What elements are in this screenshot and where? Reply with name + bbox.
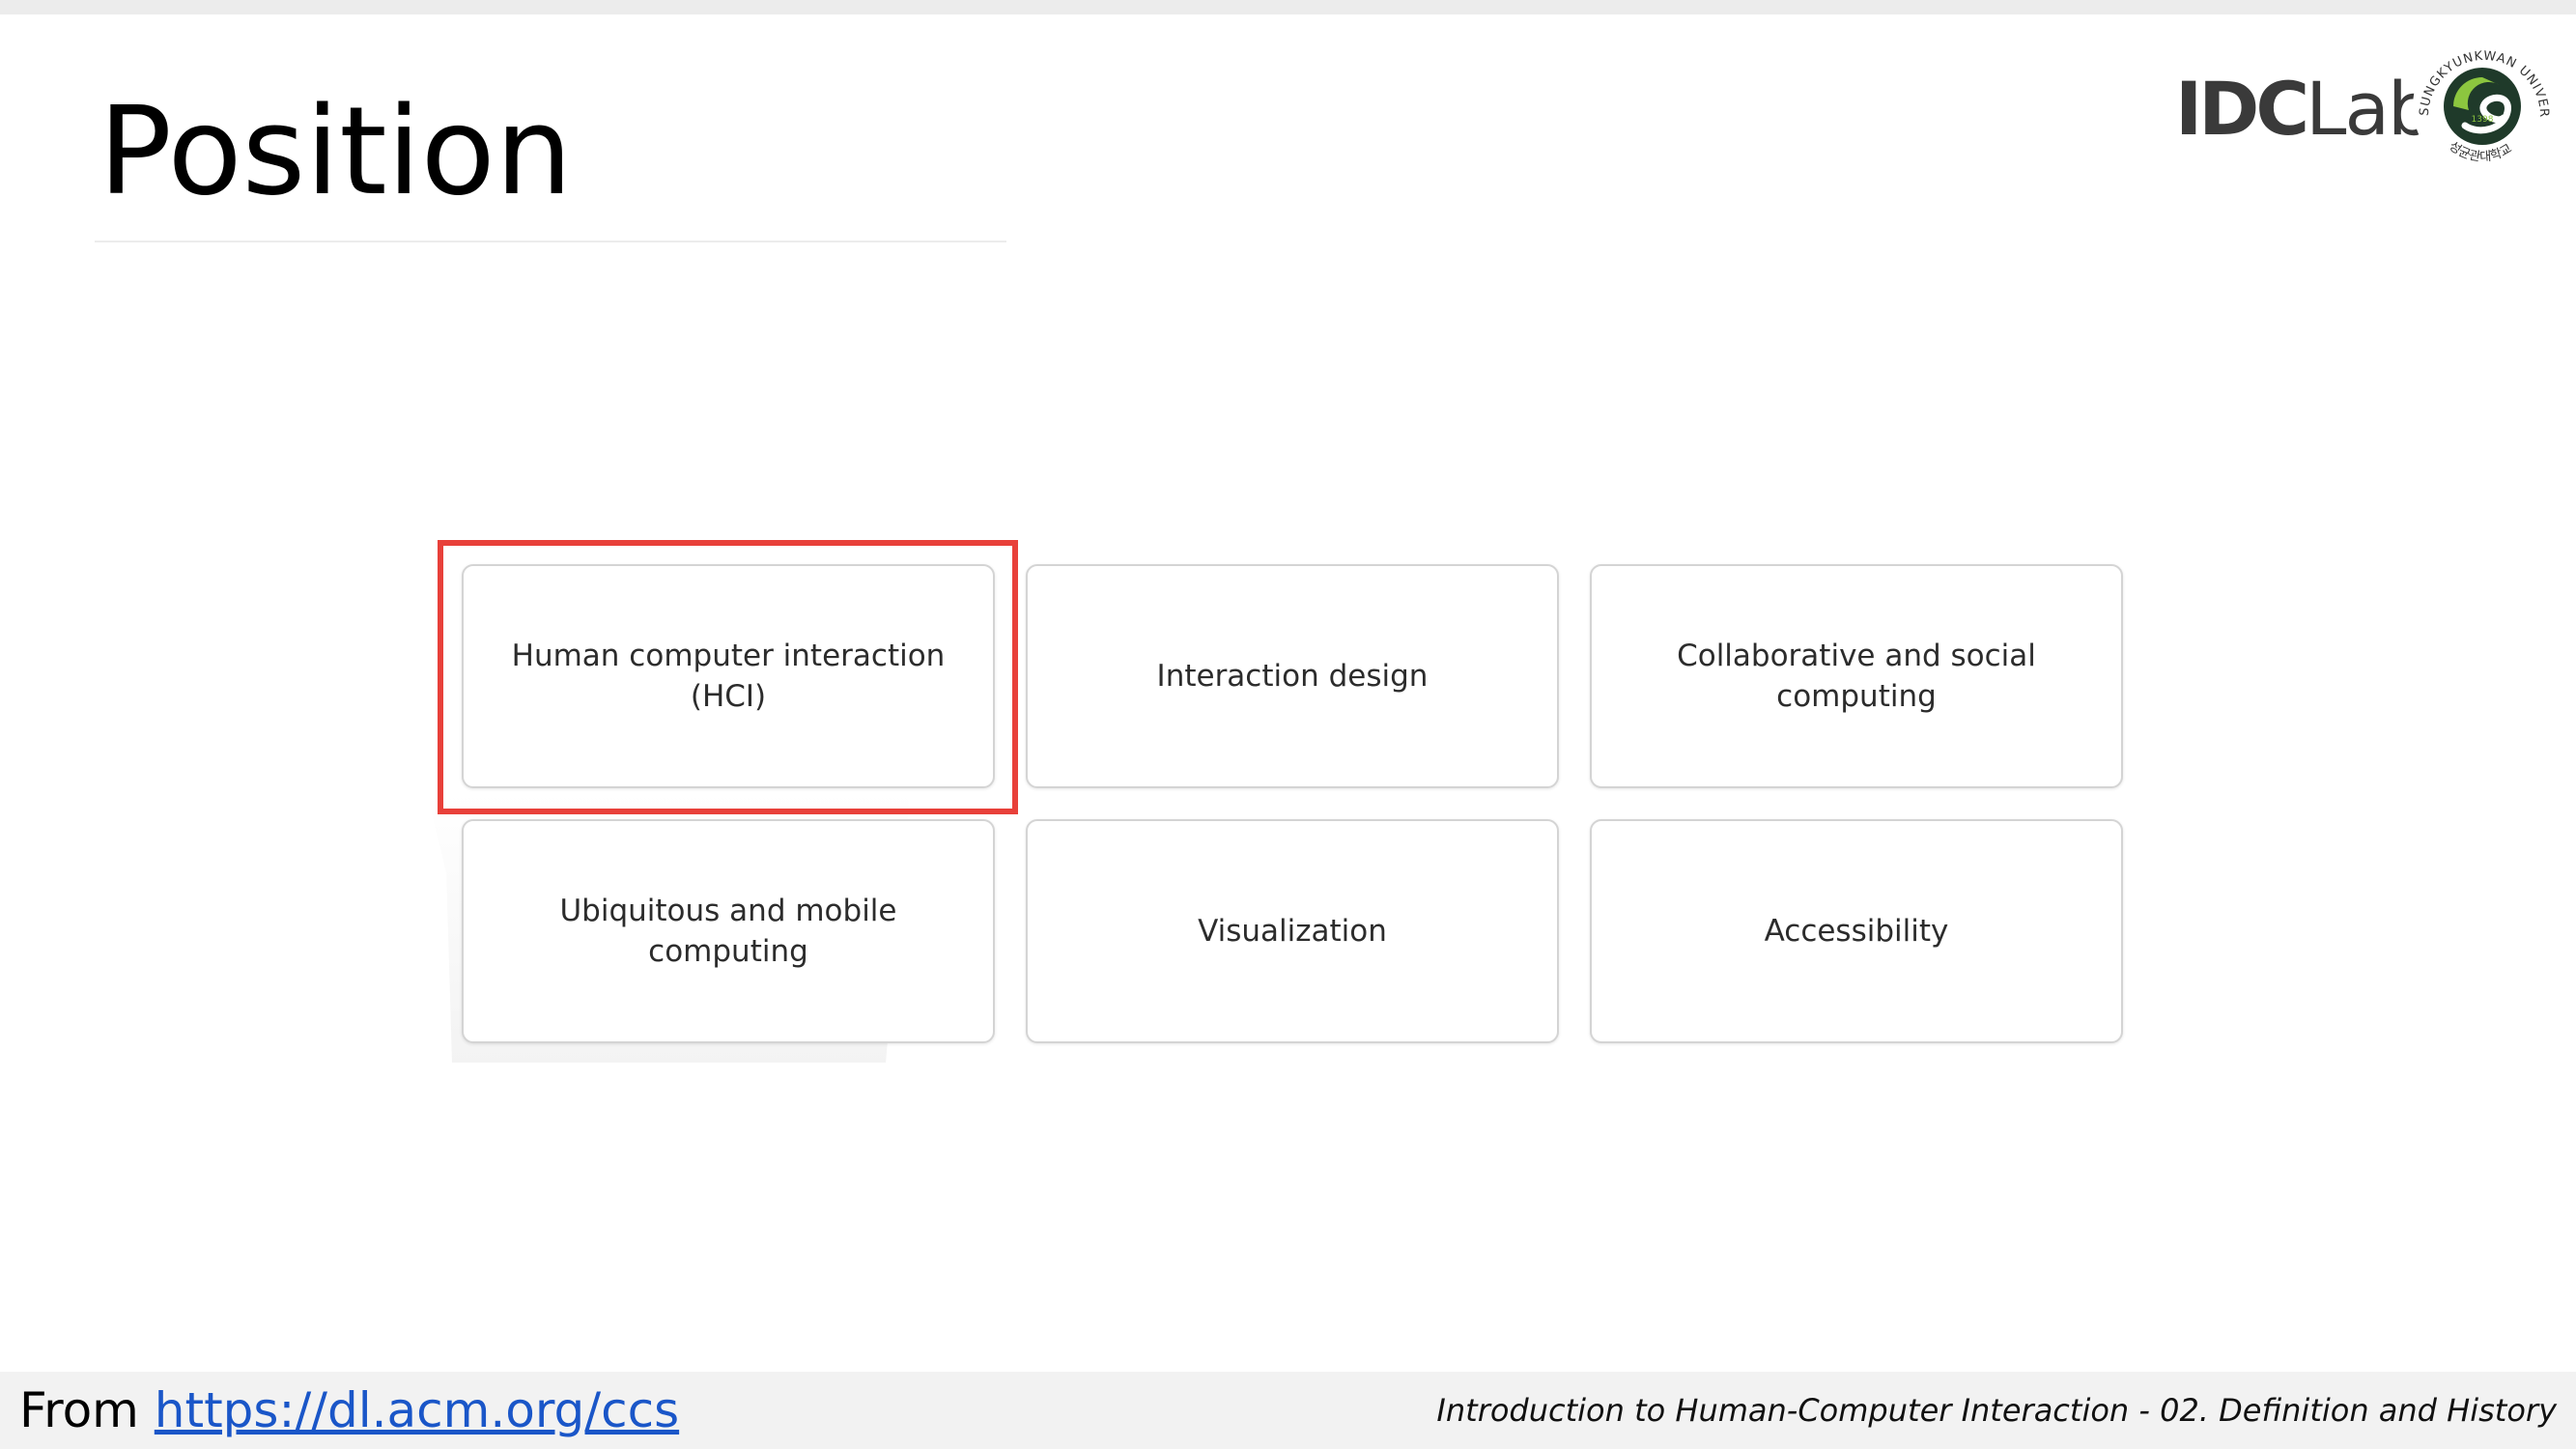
- category-card-ubiquitous-mobile-computing[interactable]: Ubiquitous and mobile computing: [462, 819, 995, 1043]
- ccs-category-grid: Human computer interaction (HCI) Interac…: [462, 564, 2123, 1043]
- category-card-collaborative-social-computing[interactable]: Collaborative and social computing: [1590, 564, 2123, 788]
- category-card-visualization[interactable]: Visualization: [1026, 819, 1559, 1043]
- category-label: Human computer interaction (HCI): [511, 639, 946, 714]
- source-link[interactable]: https://dl.acm.org/ccs: [155, 1382, 679, 1438]
- source-citation: From https://dl.acm.org/ccs: [19, 1372, 679, 1449]
- category-label: Accessibility: [1764, 914, 1949, 949]
- slide-footer: From https://dl.acm.org/ccs Introduction…: [0, 1372, 2576, 1449]
- category-card-interaction-design[interactable]: Interaction design: [1026, 564, 1559, 788]
- source-prefix: From: [19, 1382, 155, 1438]
- category-card-hci[interactable]: Human computer interaction (HCI): [462, 564, 995, 788]
- category-label: Ubiquitous and mobile computing: [559, 894, 897, 969]
- university-seal-logo: SUNGKYUNKWAN UNIVERSITY 성균관대학교 1398: [2411, 35, 2552, 176]
- idclab-logo-bold: IDC: [2175, 66, 2309, 152]
- category-label: Visualization: [1198, 914, 1387, 949]
- category-label: Collaborative and social computing: [1677, 639, 2036, 714]
- category-label: Interaction design: [1156, 659, 1429, 694]
- title-divider: [95, 241, 1006, 242]
- slide-title: Position: [99, 80, 573, 222]
- seal-year: 1398: [2472, 115, 2494, 125]
- course-caption: Introduction to Human-Computer Interacti…: [1436, 1392, 2557, 1429]
- category-card-accessibility[interactable]: Accessibility: [1590, 819, 2123, 1043]
- top-strip: [0, 0, 2576, 14]
- idclab-logo: IDCLab: [2175, 66, 2434, 153]
